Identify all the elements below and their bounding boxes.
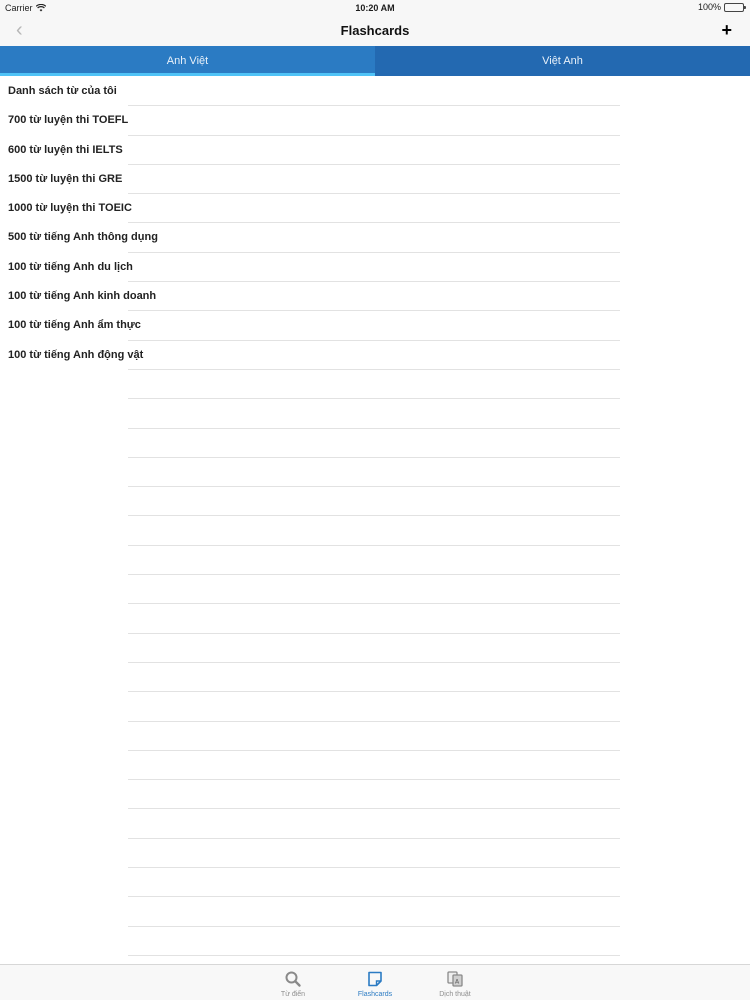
list-item[interactable]: 500 từ tiếng Anh thông dụng [0, 223, 750, 253]
list-item[interactable]: 100 từ tiếng Anh kinh doanh [0, 282, 750, 312]
empty-row [0, 839, 750, 869]
page-title: Flashcards [340, 23, 410, 38]
empty-row [0, 722, 750, 751]
flashcard-list: Danh sách từ của tôi 700 từ luyện thi TO… [0, 77, 750, 956]
tab-label: Dịch thuật [439, 991, 471, 998]
tab-dich-thuat[interactable]: A Dịch thuật [420, 969, 490, 998]
empty-row [0, 927, 750, 956]
empty-row [0, 370, 750, 400]
list-item[interactable]: 700 từ luyện thi TOEFL [0, 106, 750, 136]
tab-viet-anh[interactable]: Việt Anh [375, 46, 750, 76]
empty-row [0, 604, 750, 634]
list-item-label: Danh sách từ của tôi [8, 85, 117, 97]
empty-row [0, 663, 750, 693]
list-item[interactable]: 100 từ tiếng Anh động vật [0, 341, 750, 370]
tab-label: Từ điển [280, 991, 306, 998]
tab-label: Anh Việt [166, 55, 209, 67]
language-tabs: Anh Việt Việt Anh [0, 46, 750, 76]
empty-row [0, 487, 750, 517]
empty-row [0, 809, 750, 839]
list-item[interactable]: Danh sách từ của tôi [0, 77, 750, 107]
empty-row [0, 429, 750, 458]
battery-percent: 100% [697, 2, 721, 12]
empty-row [0, 751, 750, 781]
status-bar: Carrier 10:20 AM 100% [0, 0, 750, 16]
search-icon [285, 971, 301, 987]
tab-label: Việt Anh [542, 55, 583, 67]
list-item[interactable]: 1500 từ luyện thi GRE [0, 165, 750, 195]
list-item-label: 100 từ tiếng Anh ẩm thực [8, 319, 141, 332]
tab-anh-viet[interactable]: Anh Việt [0, 46, 375, 76]
list-item[interactable]: 1000 từ luyện thi TOEIC [0, 194, 750, 224]
battery-status: 100% [697, 2, 746, 12]
empty-row [0, 780, 750, 810]
divider [128, 954, 620, 956]
navigation-bar: ‹ Flashcards + [0, 16, 750, 46]
empty-row [0, 575, 750, 605]
list-item-label: 100 từ tiếng Anh động vật [8, 348, 144, 361]
list-item-label: 600 từ luyện thi IELTS [8, 143, 123, 156]
status-time: 10:20 AM [355, 3, 395, 13]
list-item-label: 1500 từ luyện thi GRE [8, 172, 123, 185]
tab-tu-dien[interactable]: Từ điển [258, 969, 328, 998]
empty-row [0, 634, 750, 663]
battery-icon [724, 2, 746, 12]
empty-row [0, 868, 750, 898]
list-item-label: 100 từ tiếng Anh du lịch [8, 260, 133, 273]
empty-row [0, 692, 750, 722]
empty-row [0, 516, 750, 546]
empty-row [0, 458, 750, 488]
tab-bar: Từ điển Flashcards A Dịch thuật [0, 964, 750, 1000]
list-item[interactable]: 100 từ tiếng Anh du lịch [0, 253, 750, 283]
list-item-label: 1000 từ luyện thi TOEIC [8, 202, 132, 215]
list-item-label: 100 từ tiếng Anh kinh doanh [8, 290, 157, 303]
list-item[interactable]: 100 từ tiếng Anh ẩm thực [0, 311, 750, 341]
list-item-label: 500 từ tiếng Anh thông dụng [8, 231, 158, 244]
empty-row [0, 897, 750, 927]
translate-icon: A [447, 971, 463, 987]
empty-rows [0, 370, 750, 956]
list-item[interactable]: 600 từ luyện thi IELTS [0, 136, 750, 165]
empty-row [0, 546, 750, 576]
tab-label: Flashcards [357, 991, 393, 998]
flashcard-icon [368, 971, 382, 987]
tab-flashcards[interactable]: Flashcards [340, 969, 410, 998]
plus-icon[interactable]: + [721, 20, 732, 40]
list-item-label: 700 từ luyện thi TOEFL [8, 114, 129, 127]
empty-row [0, 399, 750, 429]
